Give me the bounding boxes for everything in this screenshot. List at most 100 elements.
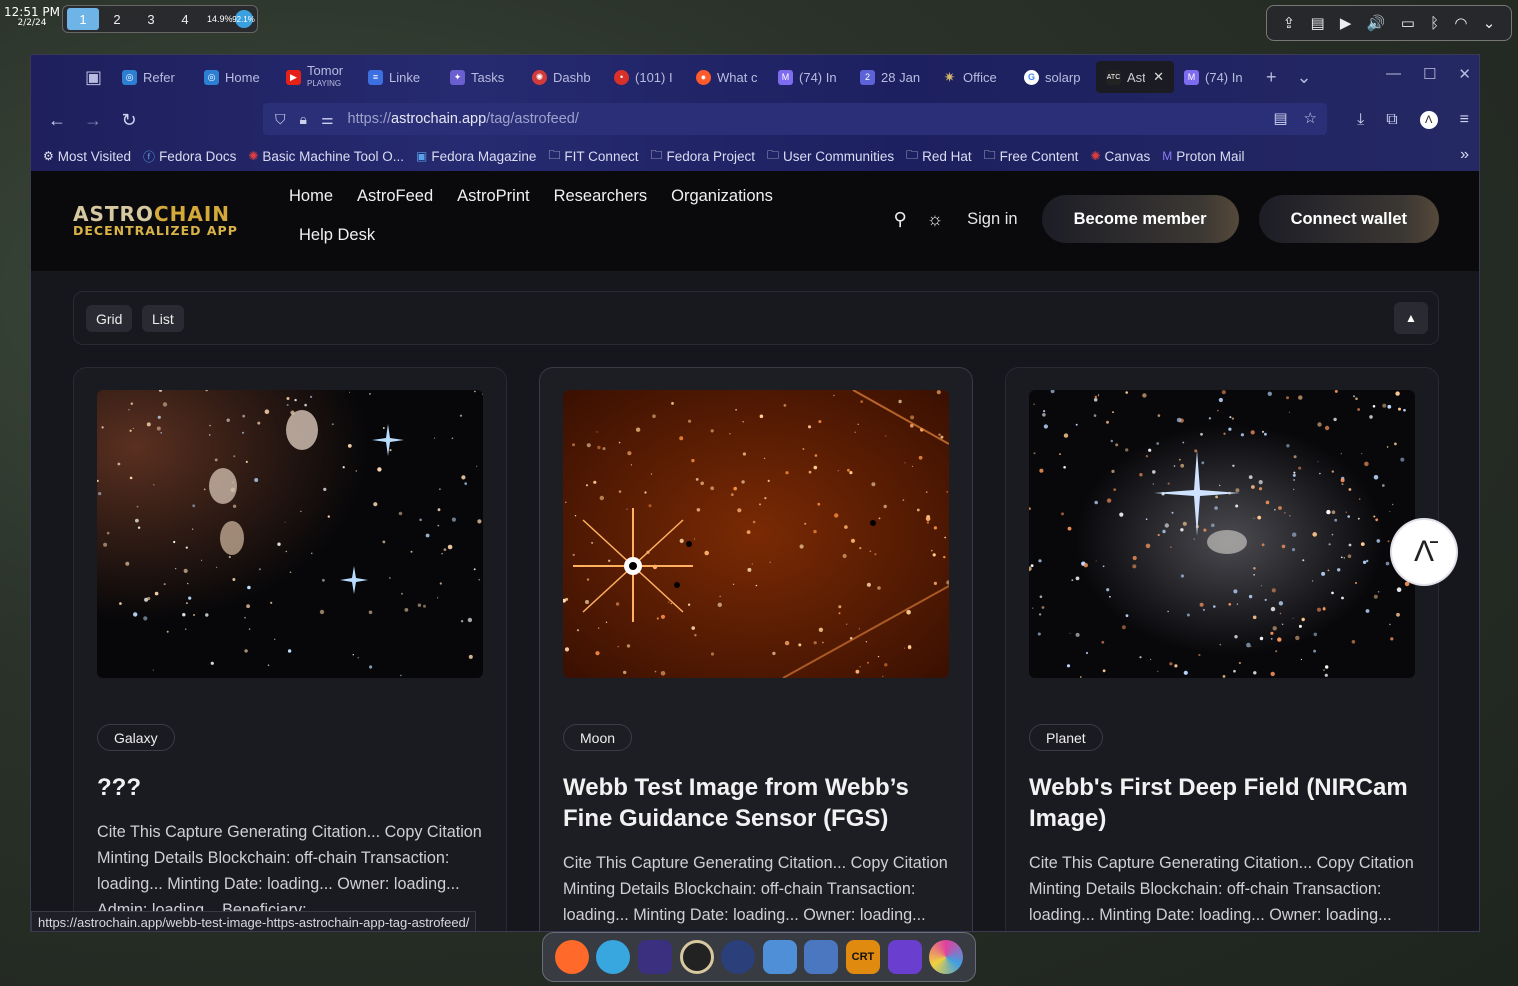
tab-7[interactable]: ● What c [686, 61, 768, 93]
firefox-icon[interactable] [554, 940, 589, 974]
bookmark-proton-mail[interactable]: M Proton Mail [1162, 149, 1244, 164]
url-text[interactable]: https://astrochain.app/tag/astrofeed/ [348, 111, 579, 127]
folder-icon[interactable] [762, 940, 797, 974]
extensions-icon[interactable]: ⧉ [1386, 111, 1397, 129]
night-icon[interactable] [637, 940, 672, 974]
tab-10[interactable]: ✷ Office [932, 61, 1014, 93]
tab-11[interactable]: Gsolarp [1014, 61, 1096, 93]
tab-13[interactable]: M (74) In [1174, 61, 1256, 93]
card-title[interactable]: Webb's First Deep Field (NIRCam Image) [1029, 772, 1415, 834]
back-arrow-icon[interactable]: ← [39, 110, 75, 131]
card-title[interactable]: Webb Test Image from Webb’s Fine Guidanc… [563, 772, 949, 834]
battery-icon[interactable]: ▭ [1401, 14, 1415, 32]
chevron-down-icon[interactable]: ⌄ [1483, 14, 1496, 32]
collapse-button[interactable]: ▲ [1394, 302, 1428, 334]
sign-in-link[interactable]: Sign in [967, 210, 1017, 229]
editor-icon[interactable] [804, 940, 839, 974]
star-icon[interactable]: ☆ [1304, 109, 1317, 127]
crt-icon[interactable]: CRT [845, 940, 880, 974]
color-icon[interactable] [929, 940, 964, 974]
forward-arrow-icon[interactable]: → [75, 110, 111, 131]
bookmark-fedora-magazine[interactable]: ▣ Fedora Magazine [416, 149, 536, 164]
chevron-down-icon[interactable]: ⌄ [1287, 67, 1322, 88]
url-bar[interactable]: ⛉ 🔒︎ ⚌ https://astrochain.app/tag/astrof… [263, 103, 1327, 135]
tab-active-astrochain[interactable]: ATC Astr ✕ [1096, 61, 1175, 93]
astro-extension-icon[interactable]: Λ [1419, 111, 1438, 129]
eclipse-icon[interactable] [679, 940, 714, 974]
tab-1[interactable]: ◎ Home [194, 61, 276, 93]
permissions-icon[interactable]: ⚌ [321, 111, 334, 128]
bluetooth-icon[interactable]: ᛒ [1430, 15, 1439, 32]
chevron-double-right-icon[interactable]: » [1460, 146, 1469, 164]
tab-9[interactable]: 2 28 Jan [850, 61, 932, 93]
site-logo[interactable]: ASTROCHAIN DECENTRALIZED APP [73, 204, 238, 238]
volume-icon[interactable]: 🔊 [1367, 14, 1386, 32]
bookmark-red-hat[interactable]: 🗀 Red Hat [906, 146, 972, 167]
workspace-4[interactable]: 4 [169, 8, 201, 30]
floating-astro-button[interactable]: Λ̄ [1392, 520, 1456, 584]
globe-icon[interactable] [596, 940, 631, 974]
menu-item-home[interactable]: Home [289, 187, 333, 206]
bookmark-fit-connect[interactable]: 🗀 FIT Connect [548, 146, 638, 167]
tab-overview-icon[interactable]: ▣ [75, 67, 112, 88]
capture-card-moon[interactable]: Moon Webb Test Image from Webb’s Fine Gu… [539, 367, 973, 931]
search-icon[interactable]: ⚲ [893, 209, 906, 230]
reader-view-icon[interactable]: ▤ [1273, 109, 1287, 127]
clipboard-icon[interactable]: ▤ [1310, 14, 1324, 32]
bookmark-free-content[interactable]: 🗀 Free Content [984, 146, 1079, 167]
close-window-icon[interactable]: ✕ [1458, 65, 1471, 83]
bookmark-basic-machine-tool[interactable]: ✺ Basic Machine Tool O... [248, 149, 404, 164]
snow-icon[interactable] [721, 940, 756, 974]
capture-image[interactable] [97, 390, 483, 678]
system-meter[interactable]: 14.9% 92.1% [207, 10, 255, 28]
menu-item-help-desk[interactable]: Help Desk [299, 226, 375, 245]
new-tab-icon[interactable]: + [1256, 67, 1287, 88]
menu-item-astrofeed[interactable]: AstroFeed [357, 187, 433, 206]
tab-8[interactable]: M (74) In [768, 61, 850, 93]
wifi-icon[interactable]: ◠ [1454, 14, 1467, 32]
bookmark-user-communities[interactable]: 🗀 User Communities [767, 146, 894, 167]
bookmark-fedora-project[interactable]: 🗀 Fedora Project [650, 146, 755, 167]
card-title[interactable]: ??? [97, 772, 483, 803]
tab-3[interactable]: ≡ Linke [358, 61, 440, 93]
reload-icon[interactable]: ↻ [111, 110, 147, 131]
workspace-3[interactable]: 3 [135, 8, 167, 30]
bookmark-canvas[interactable]: ✺ Canvas [1090, 149, 1150, 164]
category-tag[interactable]: Moon [563, 724, 633, 751]
tab-5[interactable]: ✺ Dashb [522, 61, 604, 93]
bookmark-fedora-docs[interactable]: ⓕ Fedora Docs [143, 148, 236, 165]
workspace-1[interactable]: 1 [67, 8, 99, 30]
menu-item-researchers[interactable]: Researchers [554, 187, 648, 206]
menu-icon[interactable]: ≡ [1460, 111, 1469, 129]
theme-toggle-icon[interactable]: ☼ [927, 209, 944, 230]
clock[interactable]: 12:51 PM 2/2/24 [4, 6, 60, 29]
menu-item-astroprint[interactable]: AstroPrint [457, 187, 529, 206]
minimize-icon[interactable]: — [1386, 65, 1401, 83]
obsidian-icon[interactable] [887, 940, 922, 974]
download-icon[interactable]: ⤓ [1357, 111, 1364, 129]
capture-card-planet[interactable]: Planet Webb's First Deep Field (NIRCam I… [1005, 367, 1439, 931]
connect-wallet-button[interactable]: Connect wallet [1258, 195, 1439, 243]
category-tag[interactable]: Planet [1029, 724, 1103, 751]
grid-view-button[interactable]: Grid [86, 305, 133, 332]
capture-image[interactable] [1029, 390, 1415, 678]
category-tag[interactable]: Galaxy [97, 724, 175, 751]
capture-image[interactable] [563, 390, 949, 678]
star [833, 394, 835, 397]
workspace-2[interactable]: 2 [101, 8, 133, 30]
menu-item-organizations[interactable]: Organizations [671, 187, 773, 206]
close-icon[interactable]: ✕ [1153, 69, 1164, 85]
list-view-button[interactable]: List [142, 305, 184, 332]
tab-0[interactable]: ◎ Refer [112, 61, 194, 93]
maximize-icon[interactable]: ☐ [1423, 65, 1436, 83]
update-icon[interactable]: ⇪ [1283, 14, 1296, 32]
tab-4[interactable]: ✦ Tasks [440, 61, 522, 93]
lock-icon[interactable]: 🔒︎ [300, 111, 307, 128]
become-member-button[interactable]: Become member [1041, 195, 1239, 243]
tab-6[interactable]: • (101) I [604, 61, 686, 93]
capture-card-galaxy[interactable]: Galaxy ??? Cite This Capture Generating … [73, 367, 507, 931]
tab-2[interactable]: ▶ Tomor PLAYING [276, 61, 358, 93]
shield-icon[interactable]: ⛉ [275, 111, 286, 128]
media-play-icon[interactable]: ▶ [1340, 14, 1352, 32]
bookmark-most-visited[interactable]: ⚙ Most Visited [43, 149, 131, 164]
